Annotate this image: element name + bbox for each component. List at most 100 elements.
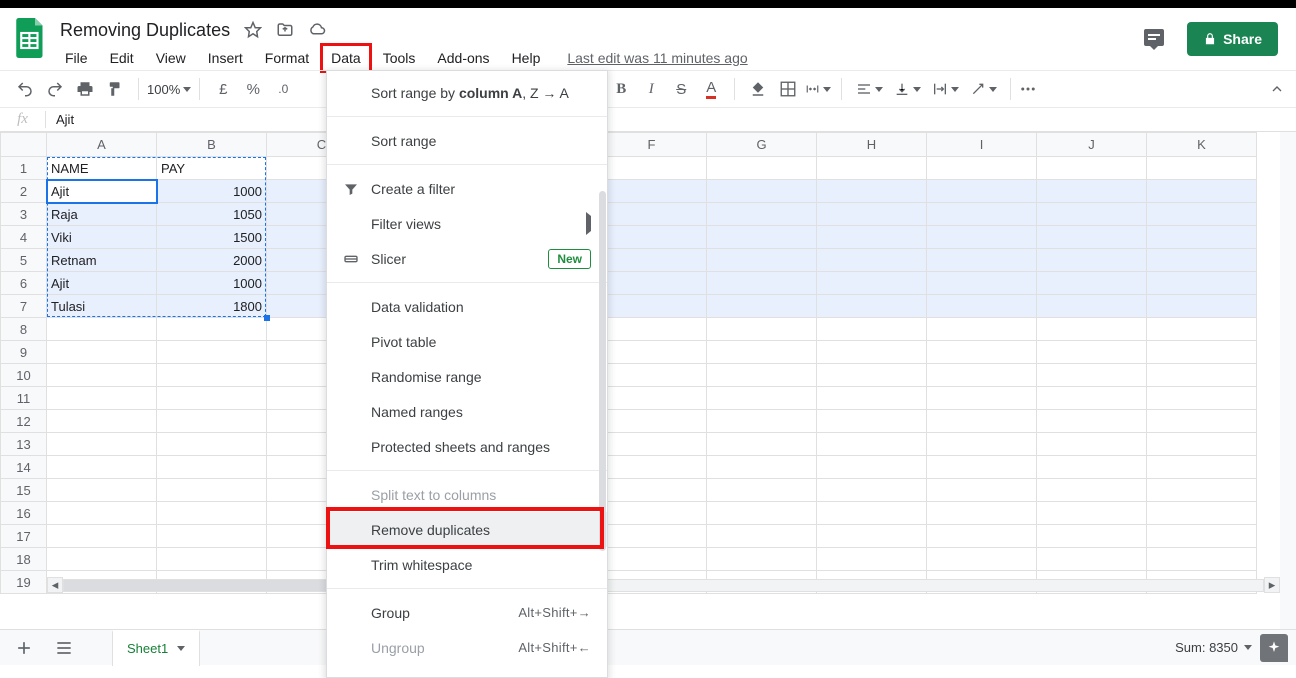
cell[interactable] — [597, 387, 707, 410]
cell[interactable] — [597, 295, 707, 318]
menu-pivot-table[interactable]: Pivot table — [327, 324, 607, 359]
star-icon[interactable] — [242, 19, 264, 41]
cell[interactable] — [157, 387, 267, 410]
cell[interactable] — [817, 226, 927, 249]
cell[interactable] — [1147, 272, 1257, 295]
cell[interactable] — [597, 226, 707, 249]
valign-button[interactable] — [890, 76, 924, 102]
cell[interactable] — [157, 525, 267, 548]
row-header[interactable]: 10 — [1, 364, 47, 387]
cell[interactable]: 1050 — [157, 203, 267, 226]
cell[interactable] — [927, 364, 1037, 387]
cell[interactable] — [1147, 387, 1257, 410]
cell[interactable]: Retnam — [47, 249, 157, 272]
cell[interactable] — [47, 341, 157, 364]
document-title[interactable]: Removing Duplicates — [54, 18, 236, 43]
cell[interactable] — [1147, 341, 1257, 364]
cell[interactable] — [707, 341, 817, 364]
cell[interactable] — [1037, 180, 1147, 203]
cell[interactable] — [1037, 364, 1147, 387]
cell[interactable] — [1147, 295, 1257, 318]
row-header[interactable]: 5 — [1, 249, 47, 272]
row-header[interactable]: 13 — [1, 433, 47, 456]
cell[interactable] — [157, 456, 267, 479]
cell[interactable] — [1037, 387, 1147, 410]
cell[interactable] — [1037, 341, 1147, 364]
row-header[interactable]: 1 — [1, 157, 47, 180]
col-header[interactable]: G — [707, 133, 817, 157]
cell[interactable] — [1147, 318, 1257, 341]
cell[interactable] — [597, 433, 707, 456]
cell[interactable] — [1037, 249, 1147, 272]
cell[interactable] — [47, 433, 157, 456]
cell[interactable] — [707, 479, 817, 502]
row-header[interactable]: 15 — [1, 479, 47, 502]
cell[interactable] — [707, 525, 817, 548]
row-header[interactable]: 7 — [1, 295, 47, 318]
menu-filter-views[interactable]: Filter views — [327, 206, 607, 241]
row-header[interactable]: 14 — [1, 456, 47, 479]
cell[interactable] — [927, 548, 1037, 571]
cell[interactable] — [927, 295, 1037, 318]
wrap-button[interactable] — [928, 76, 962, 102]
col-header[interactable]: H — [817, 133, 927, 157]
menu-data-validation[interactable]: Data validation — [327, 289, 607, 324]
menu-remove-duplicates[interactable]: Remove duplicates — [327, 512, 607, 547]
sheet-tab[interactable]: Sheet1 — [112, 630, 200, 666]
cell[interactable] — [817, 502, 927, 525]
menu-named-ranges[interactable]: Named ranges — [327, 394, 607, 429]
cell[interactable] — [597, 272, 707, 295]
italic-button[interactable]: I — [638, 76, 664, 102]
row-header[interactable]: 2 — [1, 180, 47, 203]
cell[interactable] — [817, 525, 927, 548]
cell[interactable] — [597, 502, 707, 525]
cell[interactable]: Ajit — [47, 272, 157, 295]
cell[interactable] — [597, 525, 707, 548]
cell[interactable] — [597, 180, 707, 203]
decrease-decimal-button[interactable]: .0 — [270, 76, 296, 102]
cell[interactable] — [817, 341, 927, 364]
cell[interactable] — [817, 295, 927, 318]
cell[interactable] — [597, 479, 707, 502]
strikethrough-button[interactable]: S — [668, 76, 694, 102]
cell[interactable]: NAME — [47, 157, 157, 180]
cell[interactable] — [707, 180, 817, 203]
cell[interactable] — [927, 433, 1037, 456]
cell[interactable] — [1147, 433, 1257, 456]
cell[interactable] — [707, 249, 817, 272]
menu-randomise-range[interactable]: Randomise range — [327, 359, 607, 394]
rotate-button[interactable] — [966, 76, 1000, 102]
menu-addons[interactable]: Add-ons — [426, 43, 500, 73]
cell[interactable] — [817, 479, 927, 502]
cell[interactable] — [707, 364, 817, 387]
row-header[interactable]: 11 — [1, 387, 47, 410]
cell[interactable] — [927, 410, 1037, 433]
cell[interactable] — [817, 456, 927, 479]
cell[interactable] — [597, 364, 707, 387]
cell[interactable] — [1147, 456, 1257, 479]
cell[interactable] — [157, 364, 267, 387]
row-header[interactable]: 4 — [1, 226, 47, 249]
cell[interactable] — [1037, 295, 1147, 318]
cell[interactable] — [927, 180, 1037, 203]
cell[interactable] — [1147, 157, 1257, 180]
percent-button[interactable]: % — [240, 76, 266, 102]
cell[interactable] — [157, 341, 267, 364]
horizontal-scrollbar[interactable]: ◂ ▸ — [47, 577, 1280, 593]
menu-slicer[interactable]: Slicer New — [327, 241, 607, 276]
cell[interactable] — [597, 203, 707, 226]
menu-protected-sheets[interactable]: Protected sheets and ranges — [327, 429, 607, 464]
cell[interactable] — [707, 272, 817, 295]
cloud-status-icon[interactable] — [306, 19, 328, 41]
cell[interactable] — [1037, 548, 1147, 571]
cell[interactable] — [1037, 479, 1147, 502]
cell[interactable]: Raja — [47, 203, 157, 226]
row-header[interactable]: 12 — [1, 410, 47, 433]
last-edit-link[interactable]: Last edit was 11 minutes ago — [567, 50, 747, 66]
cell[interactable] — [1037, 318, 1147, 341]
cell[interactable] — [597, 341, 707, 364]
cell[interactable] — [1147, 525, 1257, 548]
cell[interactable] — [1037, 203, 1147, 226]
all-sheets-button[interactable] — [48, 632, 80, 664]
cell[interactable] — [47, 525, 157, 548]
